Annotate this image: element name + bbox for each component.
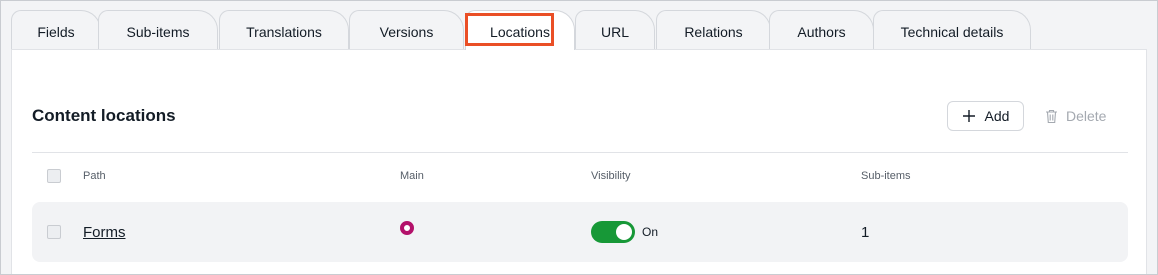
sub-items-count: 1	[861, 224, 870, 241]
visibility-toggle[interactable]	[591, 221, 635, 243]
tab-label: Authors	[797, 23, 846, 40]
tab-translations[interactable]: Translations	[219, 10, 349, 50]
tab-label: Versions	[379, 23, 434, 40]
delete-button-label: Delete	[1066, 108, 1107, 124]
header-divider	[32, 152, 1128, 153]
column-header-main: Main	[400, 170, 424, 182]
window-frame: Fields Sub-items Translations Versions L…	[0, 0, 1158, 275]
main-location-radio[interactable]	[400, 221, 414, 235]
add-button-label: Add	[984, 108, 1010, 124]
tab-technical-details[interactable]: Technical details	[873, 10, 1031, 50]
tab-authors[interactable]: Authors	[769, 10, 874, 50]
delete-button[interactable]: Delete	[1045, 101, 1115, 131]
tab-label: Sub-items	[126, 23, 190, 40]
tab-label: Locations	[490, 23, 550, 40]
trash-icon	[1046, 109, 1057, 123]
tab-url[interactable]: URL	[575, 10, 655, 50]
path-link[interactable]: Forms	[83, 224, 126, 241]
tab-fields[interactable]: Fields	[11, 10, 101, 50]
tab-locations[interactable]: Locations	[465, 10, 575, 50]
tab-label: Technical details	[900, 23, 1004, 40]
column-header-visibility: Visibility	[591, 170, 631, 182]
plus-icon	[962, 110, 975, 122]
tab-label: Fields	[37, 23, 75, 40]
row-checkbox[interactable]	[47, 225, 61, 239]
section-title: Content locations	[32, 106, 176, 125]
column-header-path: Path	[83, 170, 106, 182]
table-row	[32, 202, 1128, 262]
tab-label: URL	[600, 23, 629, 40]
tab-label: Relations	[684, 23, 743, 40]
visibility-label: On	[642, 225, 659, 239]
locations-panel: Content locations Add Delete Path Main V…	[11, 49, 1147, 274]
add-button[interactable]: Add	[947, 101, 1024, 131]
tab-versions[interactable]: Versions	[349, 10, 464, 50]
select-all-checkbox[interactable]	[47, 169, 61, 183]
tab-label: Translations	[246, 23, 322, 40]
toggle-knob	[616, 224, 632, 240]
tab-sub-items[interactable]: Sub-items	[98, 10, 218, 50]
column-header-sub-items: Sub-items	[861, 170, 911, 182]
tab-relations[interactable]: Relations	[656, 10, 771, 50]
